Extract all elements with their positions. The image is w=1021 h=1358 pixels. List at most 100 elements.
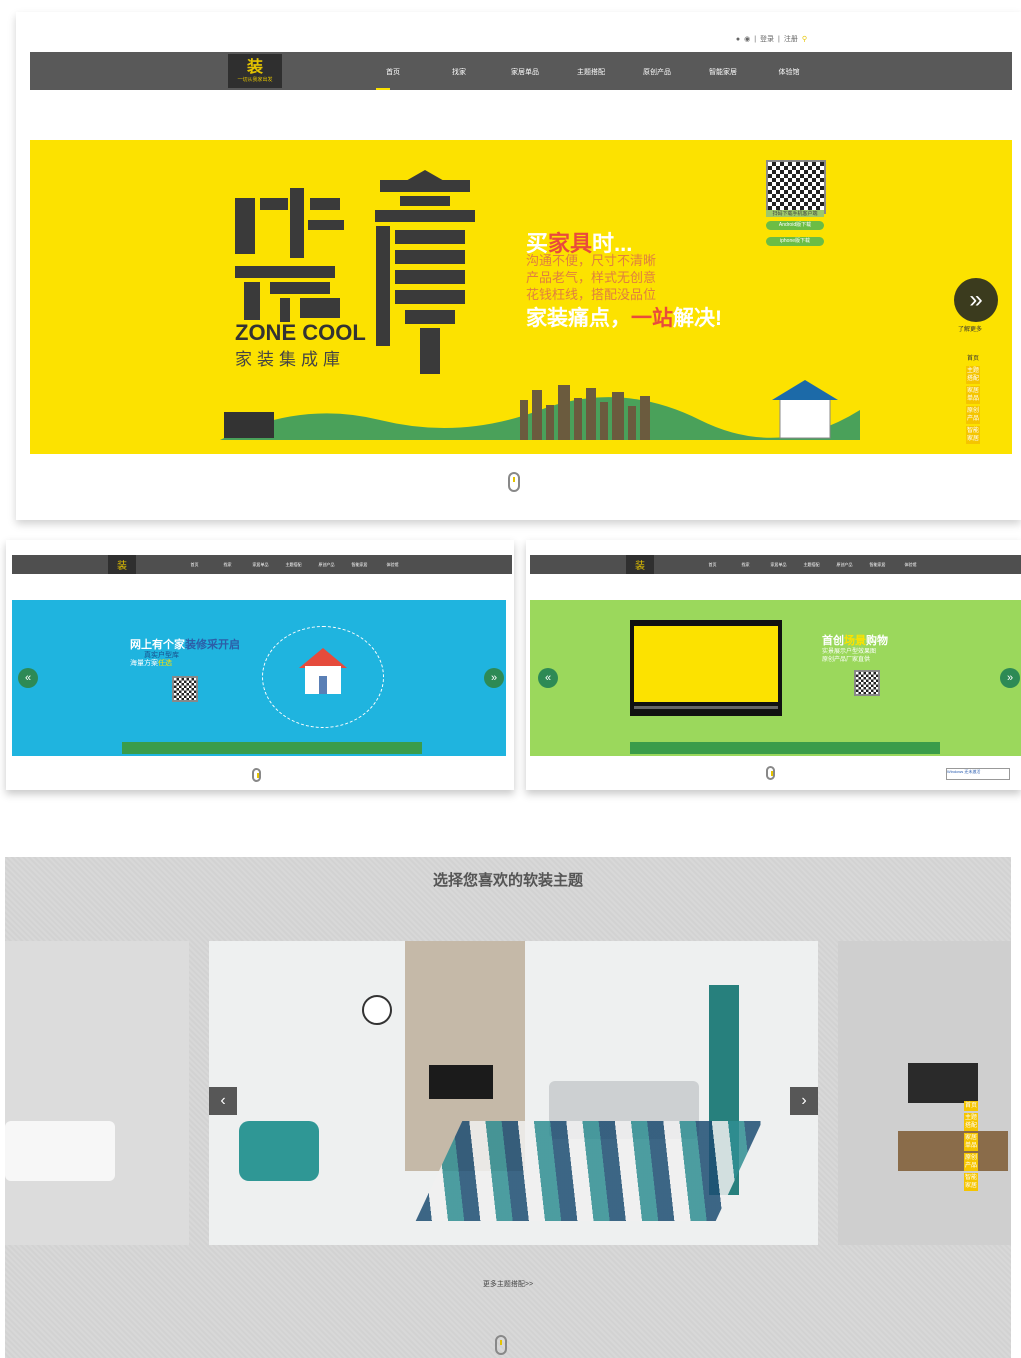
qr-code — [854, 670, 880, 696]
theme-section: 选择您喜欢的软装主题 ‹ › 首页 主题搭配 家居单品 原创产品 智能家居 更多… — [5, 857, 1011, 1358]
mouse-scroll-icon — [766, 766, 775, 780]
video-player[interactable] — [630, 620, 782, 716]
side-menu-item[interactable]: 原创产品 — [966, 406, 980, 424]
small-navbar: 装 首页 找家 家居单品 主题搭配 原创产品 智能家居 体验馆 — [530, 555, 1021, 574]
logo-text-en: ZONE COOL — [235, 320, 366, 345]
nav-smart-home[interactable]: 智能家居 — [690, 67, 756, 77]
chevron-right-icon[interactable]: › — [790, 1087, 818, 1115]
side-quick-menu: 首页 主题搭配 家居单品 原创产品 智能家居 — [964, 1101, 978, 1191]
chevron-right-icon[interactable]: » — [1000, 668, 1020, 688]
clock-shape — [362, 995, 392, 1025]
chevron-right-icon[interactable]: » — [954, 278, 998, 322]
wechat-icon[interactable]: ● — [736, 36, 740, 43]
nav-themes[interactable]: 主题搭配 — [558, 67, 624, 77]
chevron-left-icon[interactable]: « — [538, 668, 558, 688]
chevron-right-icon[interactable]: » — [484, 668, 504, 688]
rug-shape — [415, 1121, 763, 1221]
green-line-3: 原创产品厂家直供 — [822, 657, 871, 663]
mouse-scroll-icon — [495, 1335, 507, 1355]
side-menu-item[interactable]: 主题搭配 — [966, 366, 980, 384]
nav-find-home[interactable]: 找家 — [426, 67, 492, 77]
nav-find-home[interactable]: 找家 — [211, 562, 244, 568]
chevron-left-icon[interactable]: ‹ — [209, 1087, 237, 1115]
main-screenshot: ● ◉ | 登录 | 注册 ⚲ 装 一切从我家出发 首页 找家 家居单品 主题搭… — [16, 12, 1021, 520]
nav-showroom[interactable]: 体验馆 — [376, 562, 409, 568]
blue-banner: 网上有个家装修采开启 真实户型库 海量方案任选 « » — [12, 600, 506, 756]
chevron-left-icon[interactable]: « — [18, 668, 38, 688]
armchair-shape — [239, 1121, 319, 1181]
more-themes-link[interactable]: 更多主题搭配>> — [5, 1279, 1011, 1289]
city-skyline-illustration — [122, 734, 422, 754]
small-navbar: 装 首页 找家 家居单品 主题搭配 原创产品 智能家居 体验馆 — [12, 555, 512, 574]
nav-original[interactable]: 原创产品 — [828, 562, 861, 568]
theme-image-right[interactable]: 首页 主题搭配 家居单品 原创产品 智能家居 — [838, 941, 1011, 1245]
pain-point: 花钱枉线，搭配没品位 — [526, 287, 657, 302]
hero-slogan-2: 家装痛点，一站解决! — [526, 307, 722, 330]
theme-image-center[interactable]: ‹ › — [209, 941, 818, 1245]
side-menu-item[interactable]: 智能家居 — [966, 426, 980, 444]
pain-point: 沟通不便，尺寸不清晰 — [526, 253, 657, 268]
nav-active-indicator — [376, 88, 390, 90]
logo-slogan: 一切从我家出发 — [237, 76, 273, 83]
qr-caption: 扫码下载手机客户端 — [766, 210, 824, 217]
separator: | — [778, 35, 780, 43]
sofa-shape — [5, 1121, 115, 1181]
pain-point: 产品老气，样式无创意 — [526, 270, 657, 285]
tv-shape — [429, 1065, 493, 1099]
qr-code — [766, 160, 826, 214]
site-logo[interactable]: 装 — [626, 555, 654, 574]
nav-home[interactable]: 首页 — [696, 562, 729, 568]
nav-menu: 首页 找家 家居单品 主题搭配 原创产品 智能家居 体验馆 — [178, 562, 409, 568]
blue-line-3: 海量方案任选 — [130, 660, 172, 667]
logo-mark: 装 — [246, 58, 263, 76]
video-progress[interactable] — [634, 706, 778, 709]
section-title: 选择您喜欢的软装主题 — [432, 872, 583, 889]
site-logo[interactable]: 装 — [108, 555, 136, 574]
login-link[interactable]: 登录 — [760, 34, 774, 44]
search-icon[interactable]: ⚲ — [802, 35, 807, 43]
nav-original[interactable]: 原创产品 — [624, 67, 690, 77]
side-menu-item[interactable]: 首页 — [964, 1101, 978, 1111]
pain-points: 沟通不便，尺寸不清晰 产品老气，样式无创意 花钱枉线，搭配没品位 — [526, 252, 656, 303]
nav-showroom[interactable]: 体验馆 — [894, 562, 927, 568]
weibo-icon[interactable]: ◉ — [744, 35, 750, 43]
main-navbar: 装 一切从我家出发 首页 找家 家居单品 主题搭配 原创产品 智能家居 体验馆 — [30, 52, 1012, 90]
android-download-button[interactable]: Android版下载 — [766, 221, 824, 230]
iphone-download-button[interactable]: iphone版下载 — [766, 237, 824, 246]
top-links: ● ◉ | 登录 | 注册 ⚲ — [736, 34, 807, 44]
side-menu-item[interactable]: 智能家居 — [964, 1173, 978, 1191]
separator: | — [754, 35, 757, 43]
nav-smart-home[interactable]: 智能家居 — [343, 562, 376, 568]
tv-cabinet — [898, 1131, 1008, 1171]
city-skyline-illustration — [630, 734, 940, 754]
nav-smart-home[interactable]: 智能家居 — [861, 562, 894, 568]
logo-text-cn: 家装集成庫 — [235, 350, 345, 369]
nav-furniture[interactable]: 家居单品 — [762, 562, 795, 568]
nav-menu: 首页 找家 家居单品 主题搭配 原创产品 智能家居 体验馆 — [360, 67, 822, 77]
side-menu-item[interactable]: 主题搭配 — [964, 1113, 978, 1131]
nav-furniture[interactable]: 家居单品 — [244, 562, 277, 568]
nav-home[interactable]: 首页 — [360, 67, 426, 77]
nav-themes[interactable]: 主题搭配 — [277, 562, 310, 568]
mouse-scroll-icon — [508, 472, 520, 492]
nav-original[interactable]: 原创产品 — [310, 562, 343, 568]
nav-home[interactable]: 首页 — [178, 562, 211, 568]
nav-themes[interactable]: 主题搭配 — [795, 562, 828, 568]
side-quick-menu: 首页 主题搭配 家居单品 原创产品 智能家居 — [966, 354, 980, 444]
side-menu-item[interactable]: 家居单品 — [966, 386, 980, 404]
register-link[interactable]: 注册 — [784, 34, 798, 44]
city-skyline-illustration — [220, 380, 860, 440]
side-menu-item[interactable]: 原创产品 — [964, 1153, 978, 1171]
nav-find-home[interactable]: 找家 — [729, 562, 762, 568]
nav-furniture[interactable]: 家居单品 — [492, 67, 558, 77]
site-logo[interactable]: 装 一切从我家出发 — [228, 54, 282, 88]
blue-banner-screenshot: 装 首页 找家 家居单品 主题搭配 原创产品 智能家居 体验馆 网上有个家装修采… — [6, 540, 514, 790]
nav-menu: 首页 找家 家居单品 主题搭配 原创产品 智能家居 体验馆 — [696, 562, 927, 568]
learn-more-link[interactable]: 了解更多 — [958, 324, 982, 333]
side-menu-item[interactable]: 首页 — [966, 354, 980, 364]
nav-showroom[interactable]: 体验馆 — [756, 67, 822, 77]
video-frame — [634, 626, 778, 702]
mouse-scroll-icon — [252, 768, 261, 782]
side-menu-item[interactable]: 家居单品 — [964, 1133, 978, 1151]
theme-image-left[interactable] — [5, 941, 189, 1245]
